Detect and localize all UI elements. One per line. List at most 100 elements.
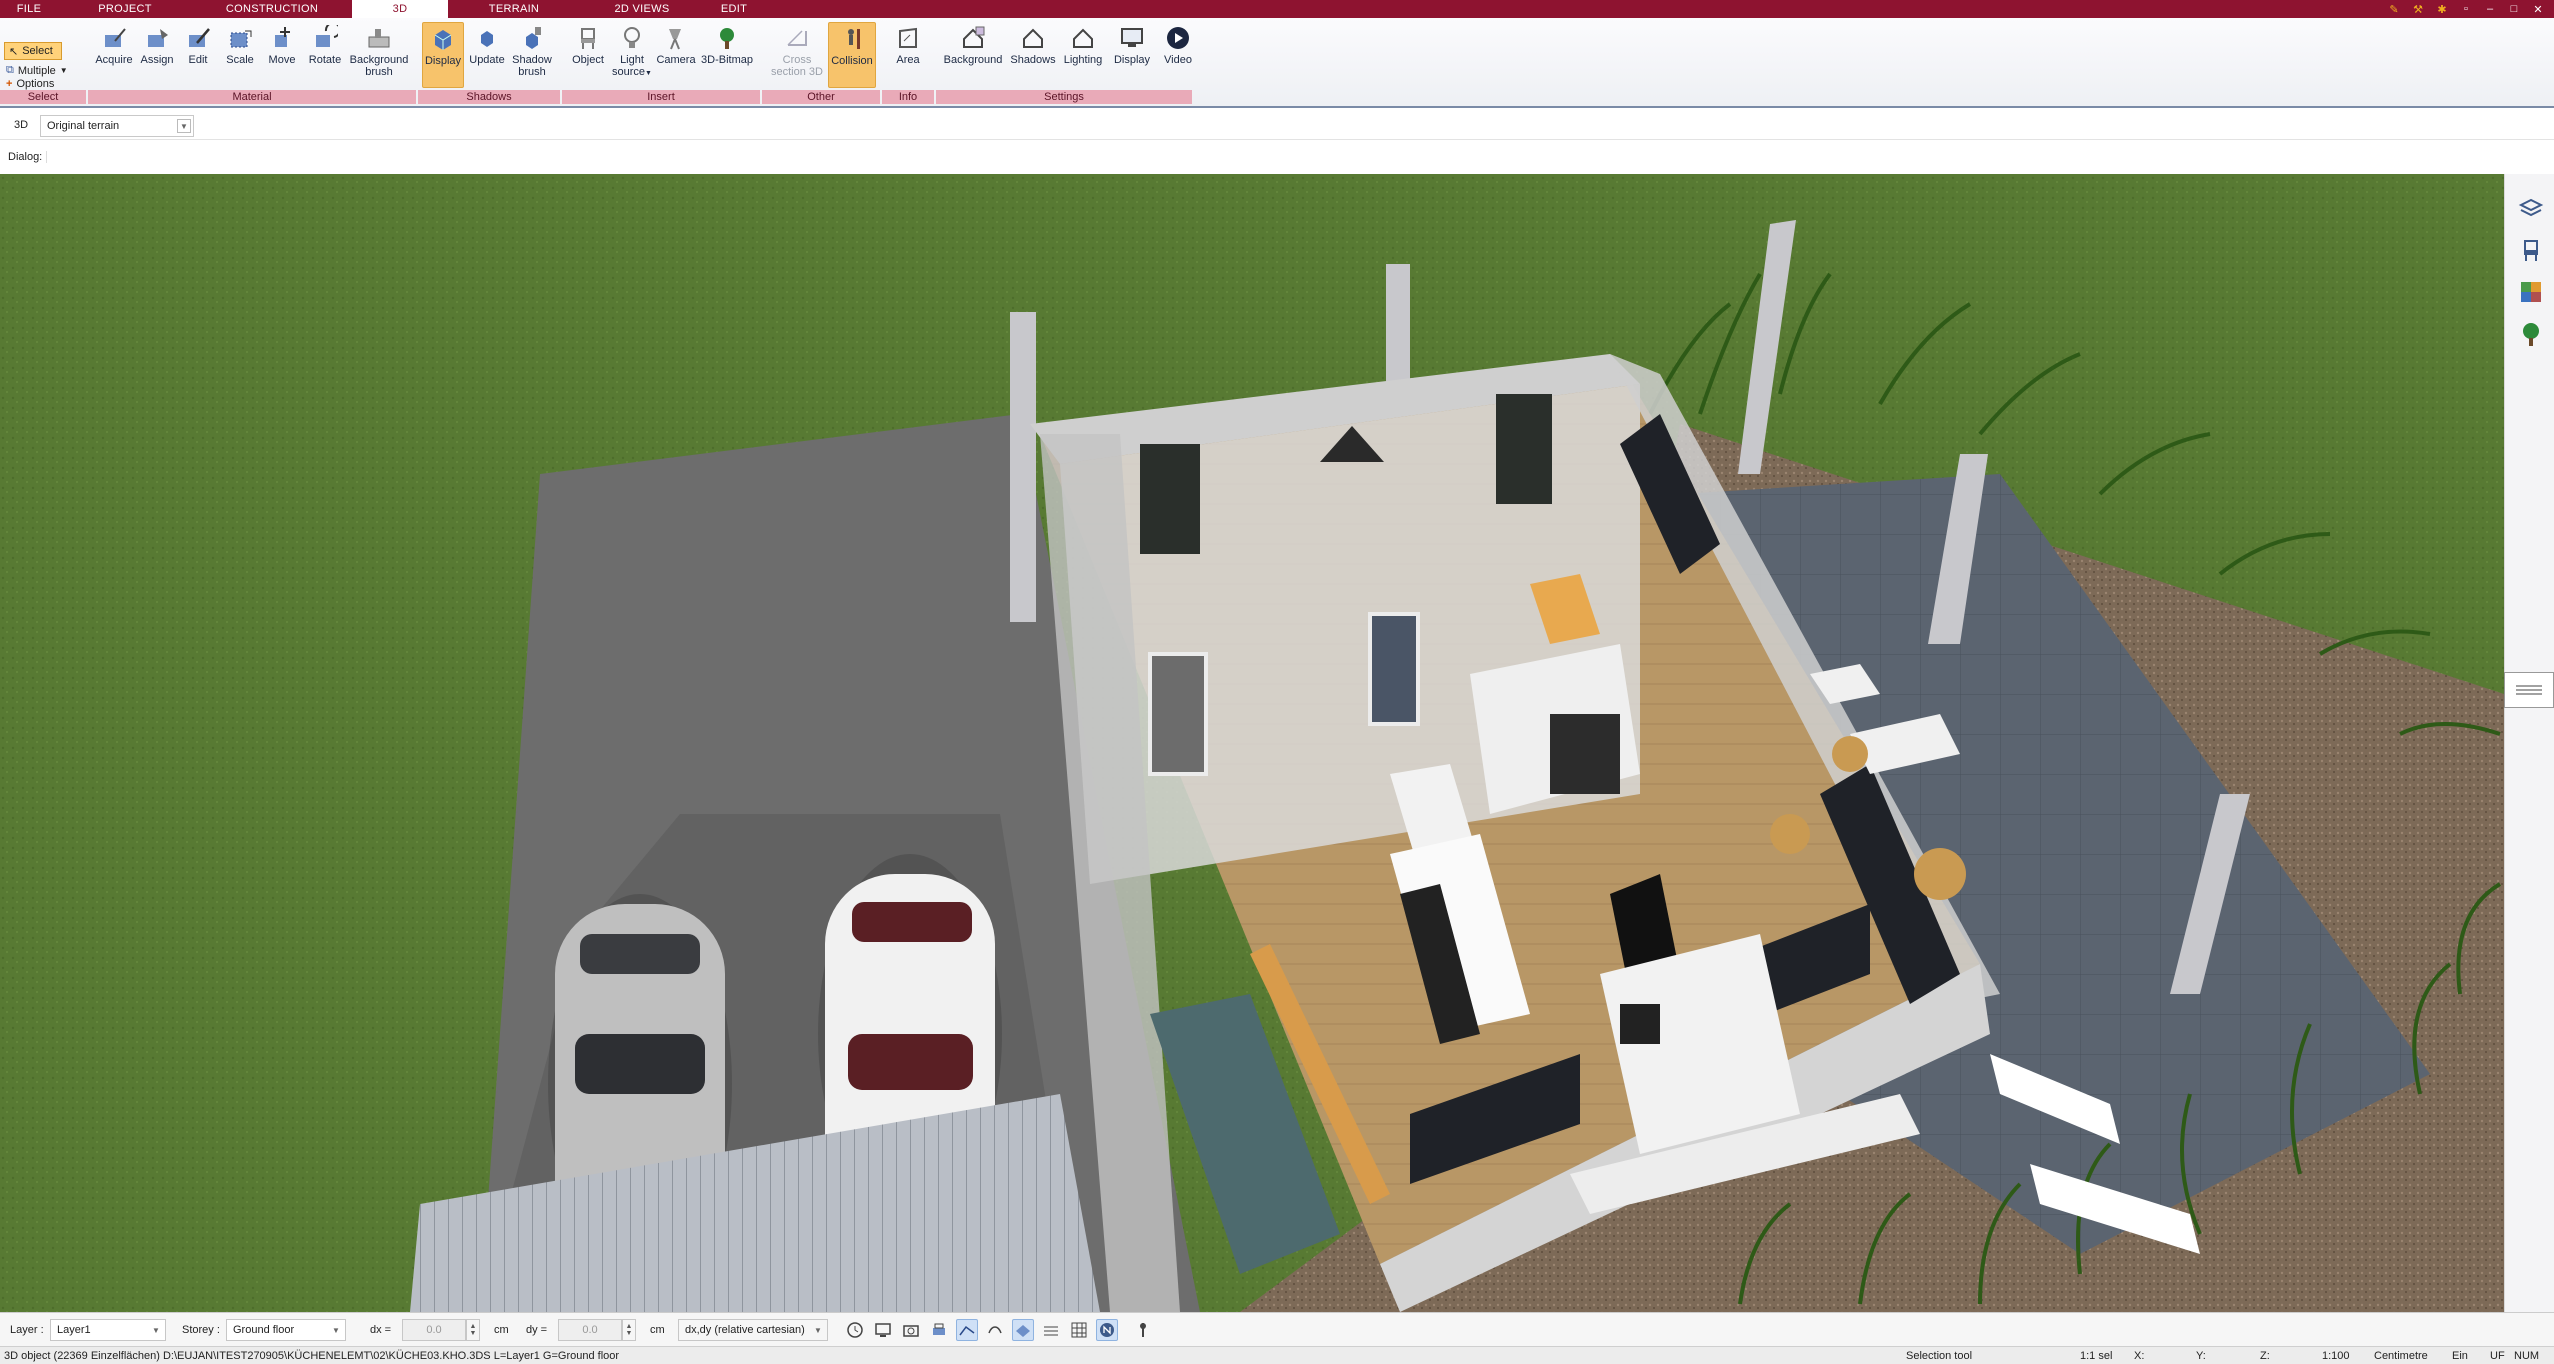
multiple-select-icon: ⧉: [6, 64, 14, 76]
door: [1368, 612, 1420, 726]
collision-button[interactable]: Collision: [828, 22, 876, 88]
north-icon[interactable]: [1096, 1319, 1118, 1341]
3d-viewport[interactable]: [0, 174, 2504, 1312]
dx-input[interactable]: 0.0: [402, 1319, 466, 1341]
close-button[interactable]: ✕: [2528, 1, 2548, 17]
display-settings-button[interactable]: Display: [1108, 22, 1156, 66]
house-light-icon: [1066, 22, 1100, 54]
dx-spinner[interactable]: ▲ ▼: [466, 1319, 480, 1341]
monitor-icon[interactable]: [872, 1319, 894, 1341]
scale-button[interactable]: Scale: [220, 22, 260, 66]
current-tool: Selection tool: [1906, 1350, 1973, 1362]
uf-indicator: UF: [2490, 1350, 2505, 1362]
dialog-bar: Dialog:: [0, 140, 2554, 174]
update-shadows-button[interactable]: Update: [466, 22, 508, 66]
tree-icon[interactable]: [2517, 320, 2545, 348]
multiple-button[interactable]: ⧉ Multiple ▼: [6, 64, 68, 77]
pin-icon[interactable]: [1132, 1319, 1154, 1341]
edit-button[interactable]: Edit: [178, 22, 218, 66]
area-button[interactable]: Area: [888, 22, 928, 66]
chevron-down-icon: ▼: [645, 70, 652, 77]
menu-tab-2d-views[interactable]: 2D VIEWS: [580, 0, 704, 18]
house-shadow-icon: [1016, 22, 1050, 54]
chevron-down-icon: ▼: [177, 119, 191, 133]
play-icon: [1161, 22, 1195, 54]
lighting-settings-button[interactable]: Lighting: [1058, 22, 1108, 66]
cube-shadow-icon: [426, 23, 460, 55]
y-coordinate-label: Y:: [2196, 1350, 2206, 1362]
menu-tab-project[interactable]: PROJECT: [58, 0, 192, 18]
acquire-button[interactable]: Acquire: [92, 22, 136, 66]
shadows-settings-button[interactable]: Shadows: [1008, 22, 1058, 66]
background-settings-button[interactable]: Background: [940, 22, 1006, 66]
rotate-button[interactable]: Rotate: [304, 22, 346, 66]
restore-icon[interactable]: ▫: [2456, 1, 2476, 17]
dy-input[interactable]: 0.0: [558, 1319, 622, 1341]
video-button[interactable]: Video: [1156, 22, 1200, 66]
terrain-select[interactable]: Original terrain ▼: [40, 115, 194, 137]
clock-icon[interactable]: [844, 1319, 866, 1341]
monitor-icon: [1115, 22, 1149, 54]
lightbulb-icon: [615, 22, 649, 54]
menu-tab-edit[interactable]: EDIT: [704, 0, 764, 18]
move-button[interactable]: Move: [262, 22, 302, 66]
snapshot-icon[interactable]: [900, 1319, 922, 1341]
minimize-button[interactable]: –: [2480, 1, 2500, 17]
refresh-cube-icon: [470, 22, 504, 54]
cursor-icon: ↖: [9, 45, 19, 58]
storey-label: Storey :: [182, 1324, 220, 1336]
background-brush-button[interactable]: Background brush: [346, 22, 412, 78]
shadow-brush-button[interactable]: Shadow brush: [508, 22, 556, 78]
hatch-icon[interactable]: [1040, 1319, 1062, 1341]
group-label-select: Select: [0, 90, 86, 104]
materials-icon[interactable]: [2517, 278, 2545, 306]
person-wall-icon: [835, 23, 869, 55]
chevron-down-icon: ▼: [332, 1325, 340, 1335]
assign-button[interactable]: Assign: [136, 22, 178, 66]
help-icon[interactable]: ✱: [2432, 1, 2452, 17]
chair-icon: [571, 22, 605, 54]
unit-value: Centimetre: [2374, 1350, 2428, 1362]
chair-icon[interactable]: [2517, 236, 2545, 264]
menu-tab-3d[interactable]: 3D: [352, 0, 448, 18]
maximize-button[interactable]: □: [2504, 1, 2524, 17]
shadow-brush-icon: [515, 22, 549, 54]
scale-value: 1:100: [2322, 1350, 2350, 1362]
snap-icon[interactable]: [956, 1319, 978, 1341]
layer-select[interactable]: Layer1 ▼: [50, 1319, 166, 1341]
dx-label: dx =: [370, 1324, 392, 1336]
chevron-down-icon: ▼: [152, 1325, 160, 1335]
menu-tab-terrain[interactable]: TERRAIN: [448, 0, 580, 18]
storey-select[interactable]: Ground floor ▼: [226, 1319, 346, 1341]
insert-object-button[interactable]: Object: [566, 22, 610, 66]
bottom-toolbar: Layer : Layer1 ▼ Storey : Ground floor ▼…: [0, 1312, 2554, 1346]
select-button[interactable]: ↖ Select: [4, 42, 62, 60]
coord-mode-select[interactable]: dx,dy (relative cartesian) ▼: [678, 1319, 828, 1341]
brush-icon: [362, 22, 396, 54]
menu-tab-construction[interactable]: CONSTRUCTION: [192, 0, 352, 18]
menu-tab-file[interactable]: FILE: [0, 0, 58, 18]
dy-spinner[interactable]: ▲ ▼: [622, 1319, 636, 1341]
insert-camera-button[interactable]: Camera: [654, 22, 698, 66]
camera-icon: [659, 22, 693, 54]
house-background-icon: [956, 22, 990, 54]
options-button[interactable]: + Options: [6, 78, 54, 90]
tools-icon[interactable]: ✎: [2384, 1, 2404, 17]
display-shadows-button[interactable]: Display: [422, 22, 464, 88]
chevron-down-icon: ▼: [814, 1325, 822, 1335]
selection-count: 1:1 sel: [2080, 1350, 2113, 1362]
connect-icon[interactable]: [984, 1319, 1006, 1341]
grid-icon[interactable]: [1068, 1319, 1090, 1341]
panel-resize-handle[interactable]: [2504, 672, 2554, 708]
light-source-button[interactable]: Light source▼: [610, 22, 654, 80]
settings-icon[interactable]: ⚒: [2408, 1, 2428, 17]
bitmap-3d-button[interactable]: 3D-Bitmap: [698, 22, 756, 66]
group-label-material: Material: [88, 90, 416, 104]
print-icon[interactable]: [928, 1319, 950, 1341]
layers-icon[interactable]: [2517, 194, 2545, 222]
cross-section-3d-button[interactable]: Cross section 3D: [768, 22, 826, 78]
ortho-icon[interactable]: [1012, 1319, 1034, 1341]
group-label-settings: Settings: [936, 90, 1192, 104]
dy-unit: cm: [650, 1324, 665, 1336]
menu-bar: FILE PROJECT CONSTRUCTION 3D TERRAIN 2D …: [0, 0, 2554, 18]
